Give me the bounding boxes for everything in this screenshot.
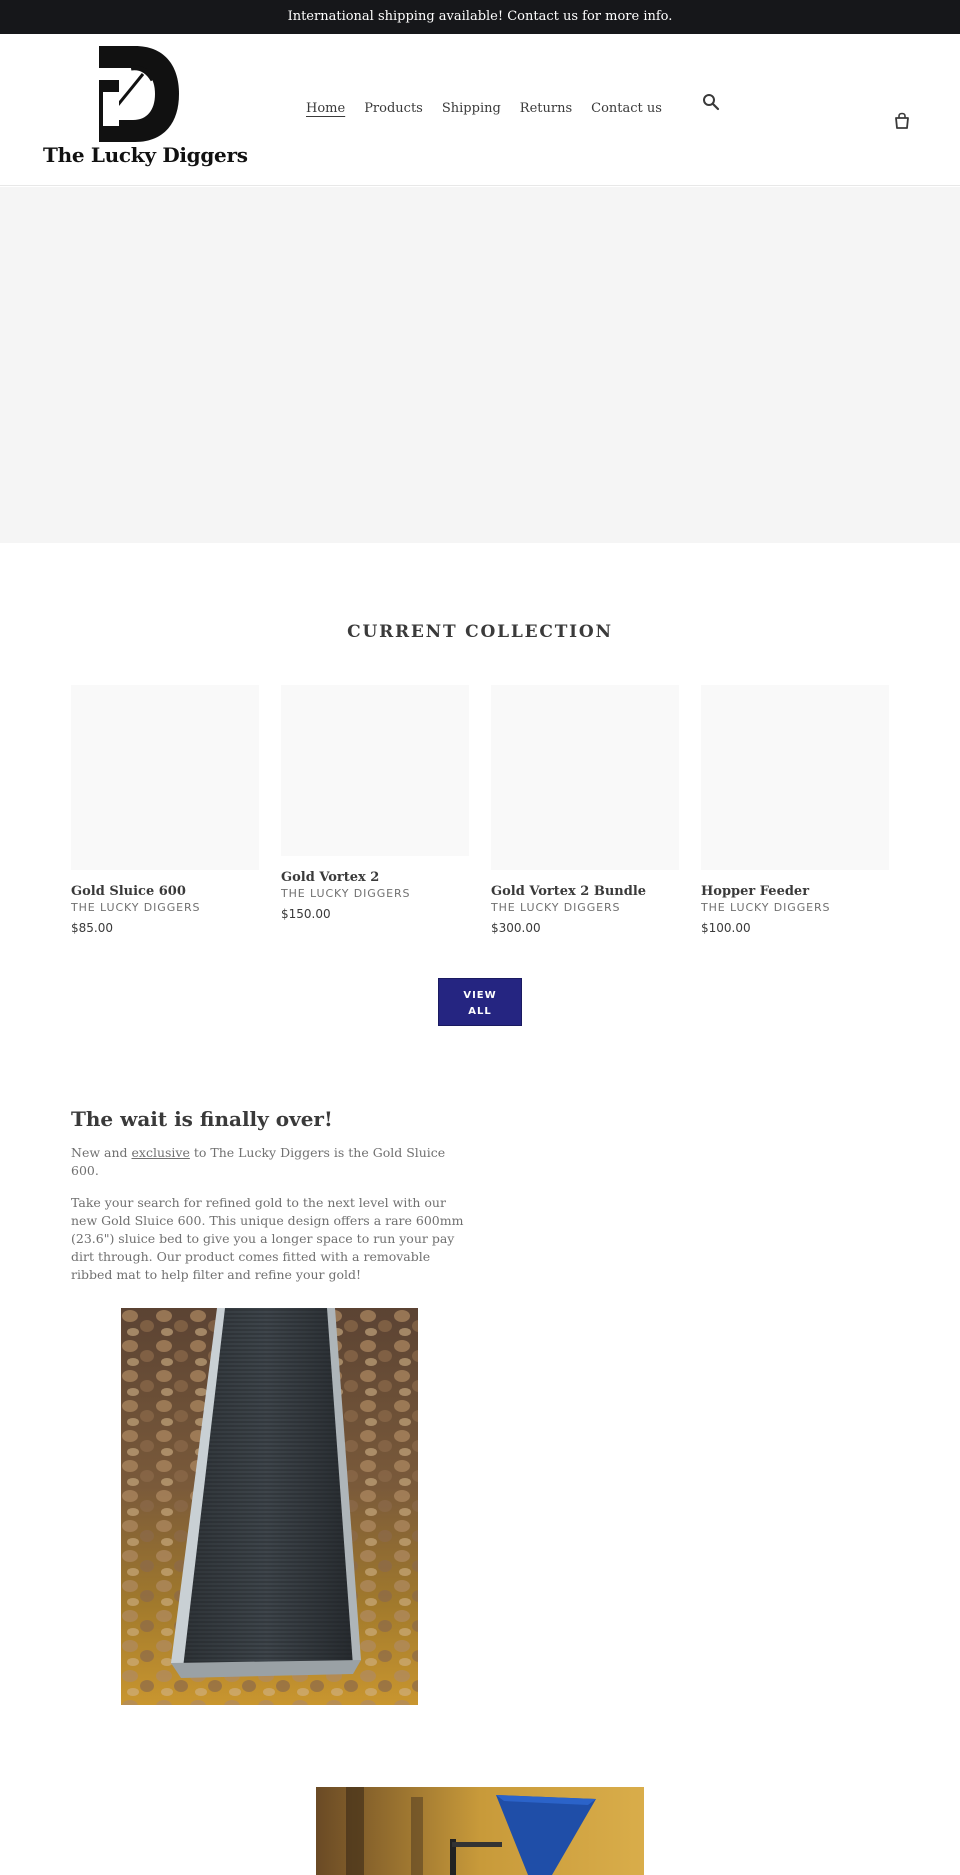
sluice-photo-graphic [121, 1308, 418, 1705]
view-all-button[interactable]: VIEW ALL [438, 978, 522, 1026]
exclusive-link[interactable]: exclusive [132, 1145, 190, 1160]
product-card[interactable]: Gold Vortex 2 Bundle THE LUCKY DIGGERS $… [491, 685, 679, 935]
product-vendor: THE LUCKY DIGGERS [281, 887, 411, 900]
announcement-bar: International shipping available! Contac… [0, 0, 960, 34]
product-card[interactable]: Gold Vortex 2 THE LUCKY DIGGERS $150.00 [281, 685, 469, 921]
nav-contact-us[interactable]: Contact us [591, 101, 662, 116]
logo-d-pickaxe-icon [99, 46, 179, 142]
product-image[interactable] [281, 685, 469, 856]
collection-title: CURRENT COLLECTION [347, 622, 613, 642]
feature-intro-text: New and exclusive to The Lucky Diggers i… [71, 1144, 466, 1180]
feature-description: Take your search for refined gold to the… [71, 1195, 464, 1282]
nav-returns[interactable]: Returns [520, 101, 572, 116]
feature-intro-before: New and [71, 1145, 132, 1160]
product-title[interactable]: Gold Vortex 2 Bundle [491, 884, 679, 899]
search-icon [703, 94, 720, 111]
product-title[interactable]: Gold Sluice 600 [71, 884, 259, 899]
product-vendor: THE LUCKY DIGGERS [701, 901, 831, 914]
site-header: The Lucky Diggers Home Products Shipping… [0, 34, 960, 186]
product-image[interactable] [491, 685, 679, 870]
cart-button[interactable] [893, 112, 911, 130]
gold-vortex-photo [316, 1787, 644, 1875]
gold-sluice-photo [121, 1308, 418, 1705]
nav-shipping[interactable]: Shipping [442, 101, 501, 116]
product-image[interactable] [71, 685, 259, 870]
cart-icon [895, 112, 909, 129]
product-title[interactable]: Hopper Feeder [701, 884, 889, 899]
logo[interactable]: The Lucky Diggers [43, 46, 248, 178]
view-all-label-line1: VIEW [463, 990, 497, 1001]
nav-home[interactable]: Home [306, 101, 345, 116]
nav-products[interactable]: Products [364, 101, 423, 116]
product-card[interactable]: Gold Sluice 600 THE LUCKY DIGGERS $85.00 [71, 685, 259, 935]
product-price: $85.00 [71, 921, 113, 935]
main-nav: Home Products Shipping Returns Contact u… [306, 101, 681, 116]
announcement-text: International shipping available! Contac… [287, 9, 673, 24]
product-image[interactable] [701, 685, 889, 870]
product-vendor: THE LUCKY DIGGERS [491, 901, 621, 914]
product-card[interactable]: Hopper Feeder THE LUCKY DIGGERS $100.00 [701, 685, 889, 935]
product-price: $150.00 [281, 907, 331, 921]
vortex-photo-graphic [316, 1787, 644, 1875]
hero-banner [0, 187, 960, 543]
view-all-label-line2: ALL [468, 1006, 492, 1017]
product-title[interactable]: Gold Vortex 2 [281, 870, 469, 885]
product-price: $300.00 [491, 921, 541, 935]
search-button[interactable] [702, 93, 720, 111]
product-vendor: THE LUCKY DIGGERS [71, 901, 201, 914]
feature-heading: The wait is finally over! [71, 1107, 333, 1131]
logo-text: The Lucky Diggers [43, 143, 248, 167]
product-price: $100.00 [701, 921, 751, 935]
